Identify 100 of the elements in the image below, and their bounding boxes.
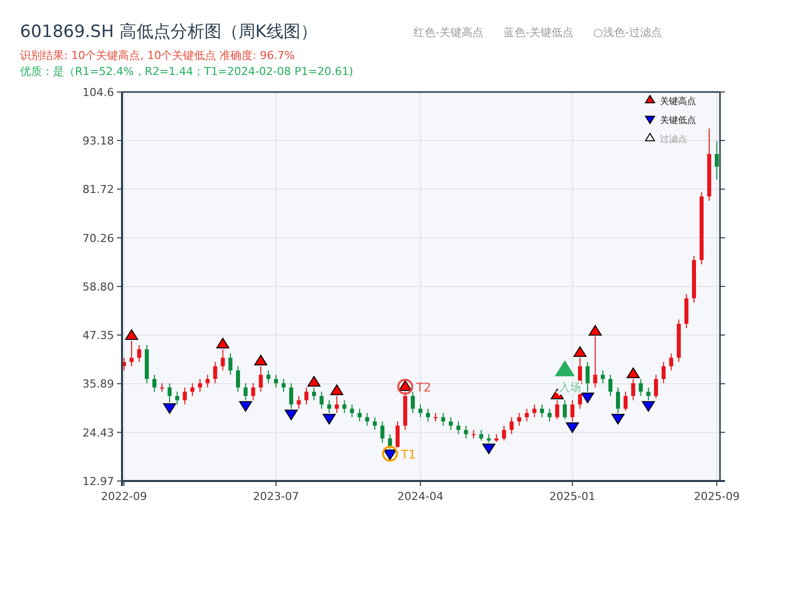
high-marker [588, 324, 602, 336]
candlestick [175, 391, 180, 405]
entry-marker [554, 360, 575, 376]
ring-marker [382, 446, 398, 462]
y-tick-label: 12.97 [82, 475, 114, 488]
candlestick [540, 404, 544, 418]
candlestick [258, 366, 263, 392]
low-legend-icon [644, 116, 656, 124]
candlestick [638, 378, 643, 396]
marker-label: T1 [401, 448, 416, 462]
chart-title: 601869.SH 高低点分析图（周K线图） [20, 21, 318, 44]
high-marker [626, 367, 640, 378]
candlestick [586, 362, 590, 392]
candlestick [160, 382, 164, 392]
candlestick [410, 391, 415, 414]
y-tick-label: 104.6 [82, 86, 114, 99]
x-tick-label: 2023-07 [253, 490, 299, 503]
candlestick [434, 412, 438, 422]
candlestick [510, 416, 514, 435]
low-marker [322, 414, 336, 425]
result-text: 识别结果: 10个关键高点, 10个关键低点 准确度: 96.7% [20, 48, 295, 64]
candlestick [555, 400, 560, 420]
candlestick [403, 391, 408, 430]
candlestick [600, 370, 605, 384]
candlestick [502, 425, 506, 442]
high-legend-icon [644, 94, 656, 104]
high-marker [398, 380, 412, 391]
marker-label: T2 [416, 380, 432, 395]
filtered-legend-icon [644, 132, 656, 142]
candlestick [228, 353, 232, 376]
quality-text: 优质：是（R1=52.4%，R2=1.44；T1=2024-02-08 P1=20.61) [20, 64, 354, 80]
y-tick-label: 47.35 [82, 329, 114, 342]
candlestick [198, 378, 202, 392]
candlestick [418, 404, 422, 418]
low-marker [284, 410, 298, 421]
candlestick [524, 408, 529, 422]
candlestick [304, 386, 308, 405]
candlestick [692, 255, 696, 304]
candlestick [320, 391, 324, 410]
candlestick [631, 378, 636, 401]
low-marker [566, 422, 580, 434]
candlestick [646, 386, 650, 401]
candlestick [456, 420, 460, 435]
low-marker [383, 450, 397, 461]
low-marker [162, 403, 176, 414]
high-marker [573, 346, 587, 357]
candlestick [532, 404, 536, 418]
low-marker [238, 401, 252, 412]
candlestick [144, 344, 149, 384]
candlestick [479, 429, 484, 442]
candlestick [190, 382, 194, 396]
candlestick [365, 412, 370, 426]
x-tick-label: 2025-09 [694, 490, 740, 503]
candlestick [342, 400, 346, 414]
candlestick [616, 386, 620, 414]
legend-label: 关键低点 [660, 116, 696, 126]
candlestick [244, 382, 248, 401]
candlestick [486, 434, 491, 444]
candlestick [380, 420, 384, 444]
y-tick-label: 35.89 [82, 378, 114, 391]
candlestick [624, 391, 628, 412]
y-tick-label: 93.18 [82, 134, 114, 148]
candlestick [570, 400, 574, 422]
candlestick [562, 400, 567, 420]
candlestick [608, 374, 612, 396]
low-marker [611, 414, 625, 425]
high-marker [307, 376, 321, 387]
candlestick [122, 357, 126, 371]
low-marker [642, 401, 656, 412]
high-marker [330, 384, 344, 396]
candlestick [350, 404, 354, 418]
candlestick [448, 416, 453, 430]
candlestick [266, 370, 270, 384]
candlestick [236, 366, 240, 392]
candlestick [312, 386, 316, 401]
low-marker [580, 392, 594, 404]
candlestick [372, 416, 377, 430]
candlestick [464, 425, 468, 439]
candlestick [220, 348, 225, 371]
legend-note: 蓝色-关键低点 [503, 24, 574, 40]
candlestick [152, 374, 156, 392]
low-marker [482, 444, 496, 455]
x-tick-label: 2024-04 [397, 490, 444, 503]
candlestick [669, 353, 674, 371]
candlestick [213, 362, 218, 384]
candlestick [388, 434, 392, 450]
candlestick [593, 336, 598, 388]
candlestick [472, 429, 476, 439]
candlestick [662, 362, 666, 384]
candlestick [137, 344, 142, 362]
y-tick-label: 81.72 [82, 183, 114, 196]
candlestick [296, 395, 301, 410]
candlestick [206, 374, 210, 388]
candlestick [168, 382, 172, 403]
high-marker [254, 354, 268, 366]
candlestick [517, 412, 522, 426]
candlestick [714, 140, 719, 180]
high-marker [124, 328, 138, 340]
candlestick [396, 420, 400, 448]
legend-label: 关键高点 [660, 97, 696, 107]
